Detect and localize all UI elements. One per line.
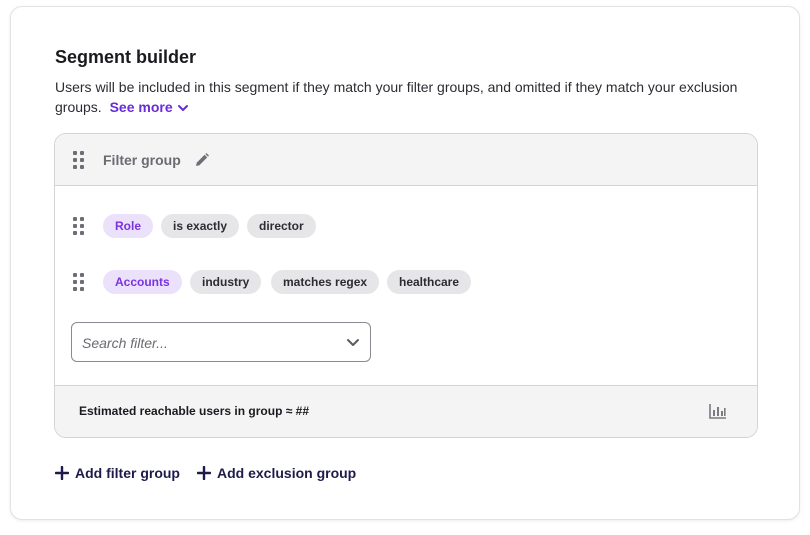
- filter-chip-attribute[interactable]: Accounts: [103, 270, 182, 294]
- filter-row: Accounts industry matches regex healthca…: [55, 270, 757, 296]
- add-exclusion-group-button[interactable]: Add exclusion group: [196, 465, 357, 481]
- chevron-down-icon[interactable]: [346, 336, 360, 350]
- filter-chip-operator[interactable]: matches regex: [271, 270, 380, 294]
- filter-chip-operator[interactable]: is exactly: [161, 214, 240, 238]
- drag-handle-icon[interactable]: [73, 273, 85, 291]
- filter-group: Filter group Role is exactly director Ac: [54, 133, 758, 438]
- plus-icon: [196, 465, 212, 481]
- segment-description: Users will be included in this segment i…: [55, 77, 745, 117]
- segment-builder-card: Segment builder Users will be included i…: [10, 6, 800, 520]
- filter-chip-attribute[interactable]: Role: [103, 214, 154, 238]
- search-filter-input[interactable]: [82, 331, 332, 355]
- filter-chip-value[interactable]: director: [247, 214, 316, 238]
- filter-group-title: Filter group: [103, 152, 181, 168]
- see-more-link[interactable]: See more: [110, 99, 189, 115]
- drag-handle-icon[interactable]: [73, 151, 85, 169]
- bar-chart-icon[interactable]: [709, 403, 727, 419]
- filter-group-footer: Estimated reachable users in group ≈ ##: [55, 385, 757, 437]
- plus-icon: [54, 465, 70, 481]
- page-title: Segment builder: [55, 47, 197, 67]
- pencil-icon[interactable]: [193, 151, 211, 169]
- add-filter-group-button[interactable]: Add filter group: [54, 465, 180, 481]
- chevron-down-icon: [177, 105, 188, 111]
- add-exclusion-group-label: Add exclusion group: [217, 465, 357, 481]
- reachable-users-estimate: Estimated reachable users in group ≈ ##: [79, 404, 309, 418]
- add-filter-group-label: Add filter group: [75, 465, 180, 481]
- filter-chip-field[interactable]: industry: [190, 270, 262, 294]
- filter-chip-value[interactable]: healthcare: [387, 270, 472, 294]
- filter-group-header: Filter group: [55, 134, 757, 186]
- see-more-label: See more: [109, 99, 173, 115]
- filter-row: Role is exactly director: [55, 214, 757, 240]
- drag-handle-icon[interactable]: [73, 217, 85, 235]
- search-filter-dropdown[interactable]: [71, 322, 371, 362]
